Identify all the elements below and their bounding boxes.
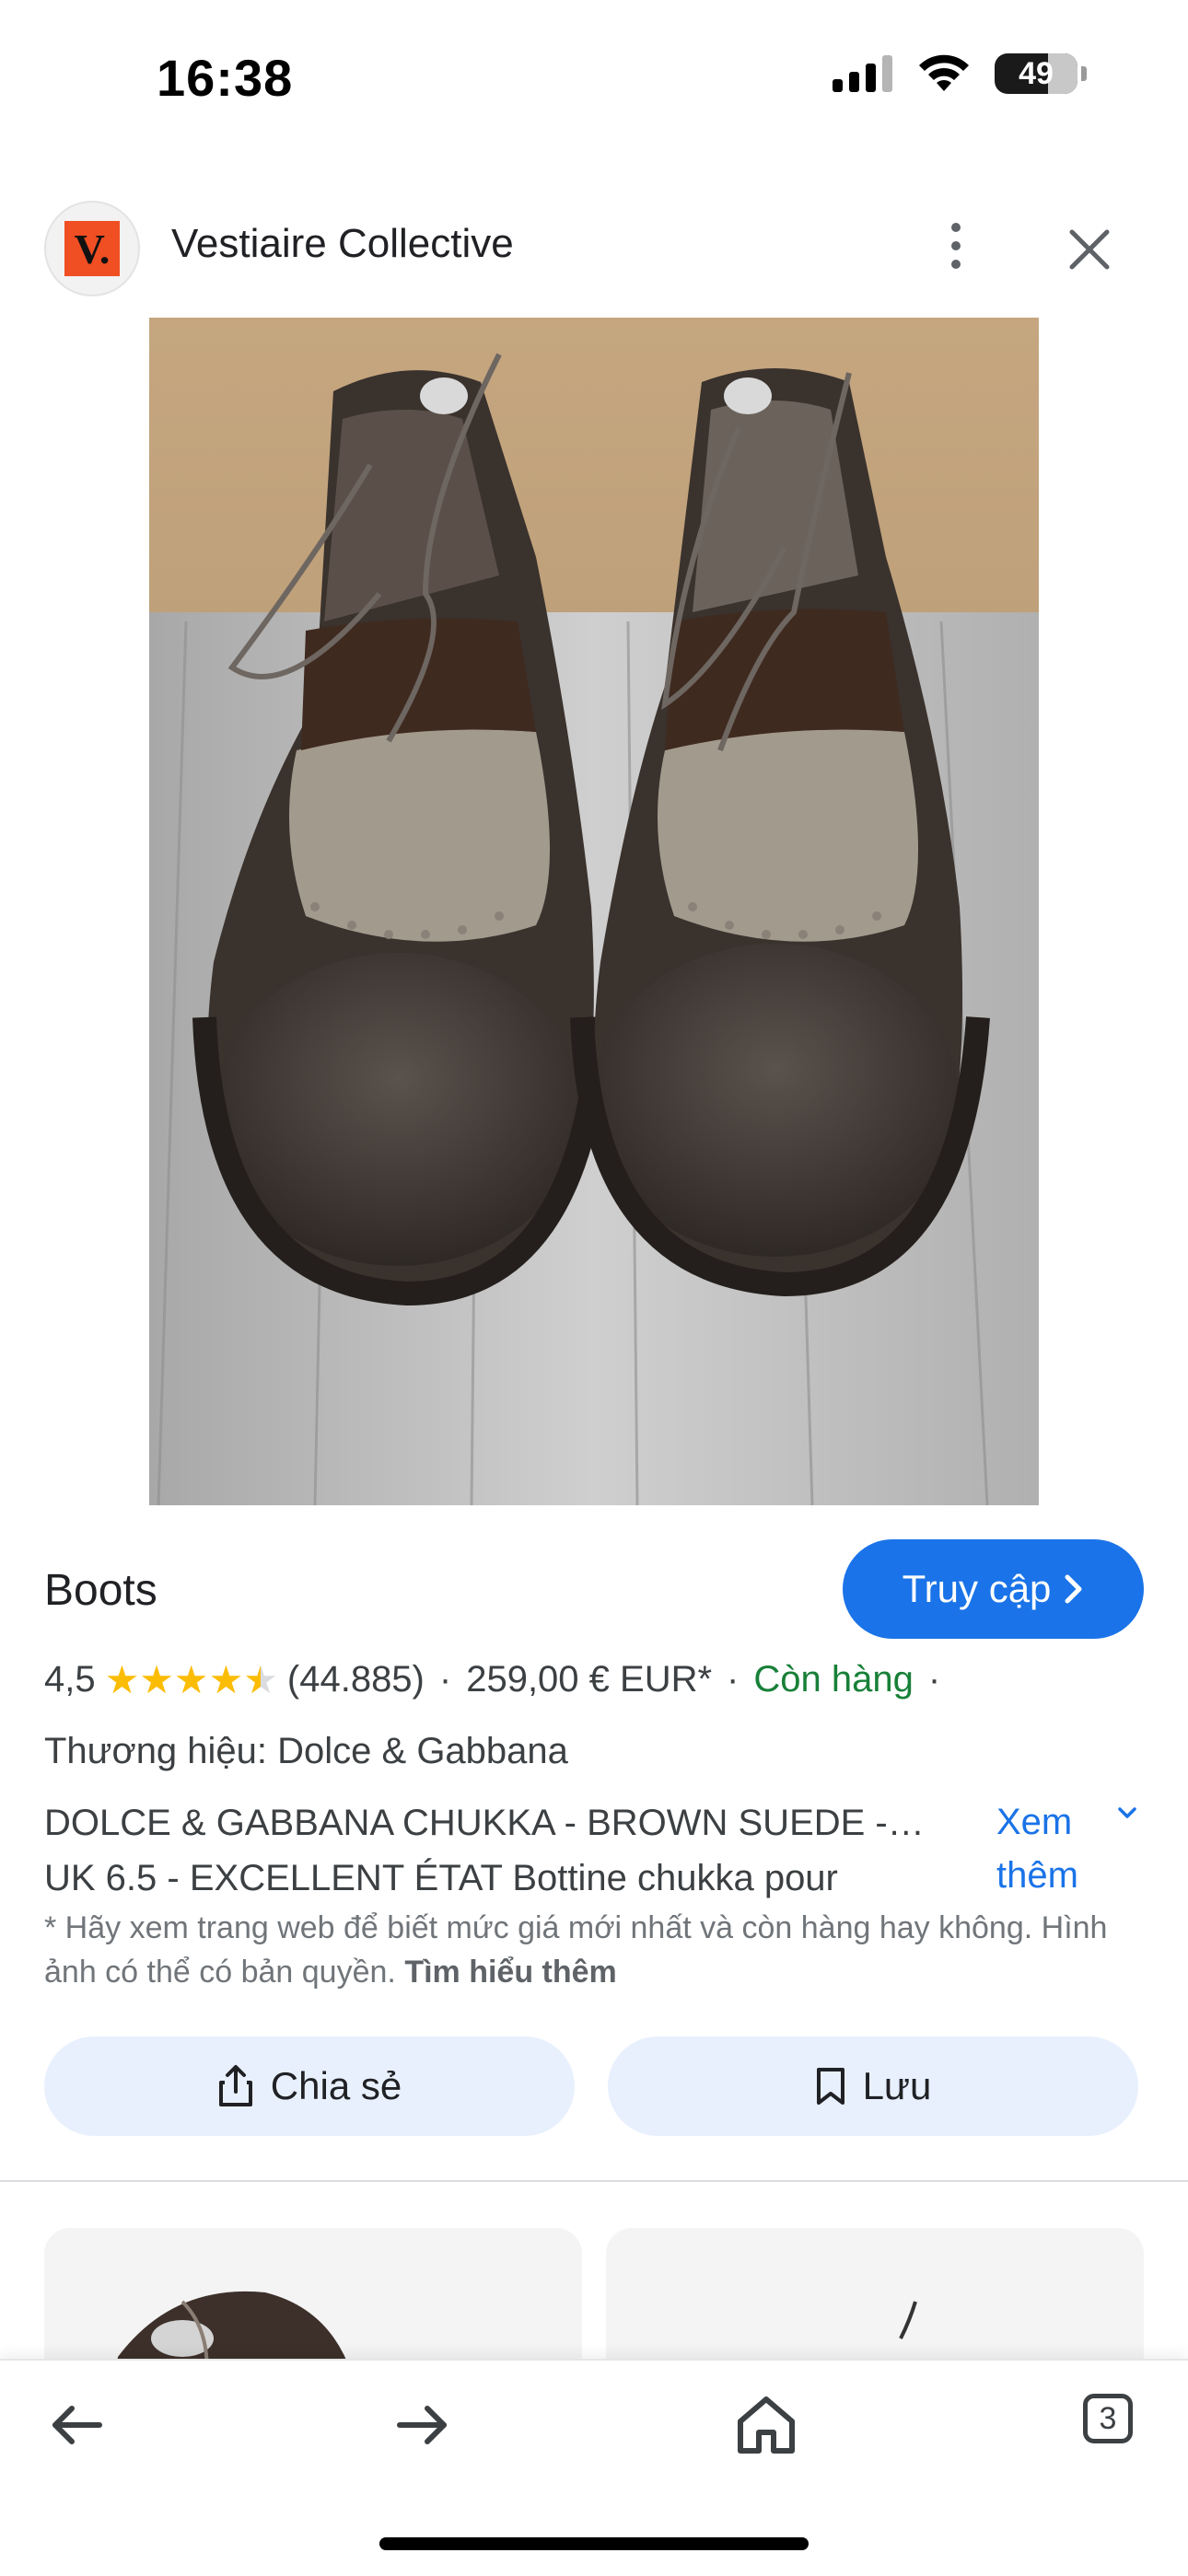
tabs-icon[interactable]: 3 — [1083, 2394, 1133, 2443]
star-icon: ★ — [208, 1657, 244, 1701]
share-button[interactable]: Chia sẻ — [44, 2036, 575, 2136]
back-icon[interactable] — [41, 2388, 114, 2462]
site-logo[interactable]: V. — [44, 201, 140, 296]
disclaimer: * Hãy xem trang web để biết mức giá mới … — [44, 1906, 1131, 1994]
chevron-down-icon[interactable] — [1114, 1800, 1140, 1826]
status-time: 16:38 — [157, 49, 294, 107]
learn-more-link[interactable]: Tìm hiểu thêm — [404, 1955, 616, 1990]
description-line: UK 6.5 - EXCELLENT ÉTAT Bottine chukka p… — [44, 1858, 838, 1898]
bookmark-icon — [816, 2068, 844, 2105]
rating-value: 4,5 — [44, 1659, 96, 1700]
star-icon: ★ — [139, 1657, 174, 1701]
status-icons: 49 — [833, 53, 1087, 94]
rating-row: 4,5 ★ ★ ★ ★ ★ (44.885) · 259,00 € EUR* ·… — [44, 1657, 941, 1701]
close-icon[interactable] — [1059, 219, 1120, 280]
price: 259,00 € EUR* — [466, 1659, 713, 1700]
more-vert-icon[interactable] — [930, 214, 982, 278]
description-line: DOLCE & GABBANA CHUKKA - BROWN SUEDE -… — [44, 1803, 925, 1843]
site-logo-mark: V. — [64, 221, 120, 276]
home-icon[interactable] — [729, 2388, 803, 2462]
battery-icon: 49 — [995, 53, 1077, 94]
half-star-icon: ★ — [243, 1657, 278, 1701]
rating-stars: ★ ★ ★ ★ ★ — [104, 1657, 278, 1701]
share-label: Chia sẻ — [270, 2064, 402, 2107]
product-description: DOLCE & GABBANA CHUKKA - BROWN SUEDE -… … — [44, 1795, 984, 1906]
forward-icon[interactable] — [385, 2388, 459, 2462]
star-icon: ★ — [173, 1657, 209, 1701]
product-title: Boots — [44, 1566, 157, 1615]
product-image[interactable] — [149, 318, 1039, 1505]
review-count: (44.885) — [286, 1659, 425, 1700]
chevron-right-icon — [1065, 1574, 1082, 1604]
save-button[interactable]: Lưu — [608, 2036, 1138, 2136]
save-label: Lưu — [862, 2064, 932, 2107]
visit-button[interactable]: Truy cập — [843, 1539, 1144, 1639]
home-indicator[interactable] — [379, 2537, 809, 2550]
see-more-label-2: thêm — [996, 1855, 1078, 1896]
tabs-count: 3 — [1099, 2400, 1117, 2436]
battery-level: 49 — [1019, 55, 1054, 91]
site-name[interactable]: Vestiaire Collective — [171, 221, 514, 267]
brand-line: Thương hiệu: Dolce & Gabbana — [44, 1731, 568, 1771]
star-icon: ★ — [104, 1657, 140, 1701]
availability: Còn hàng — [753, 1659, 914, 1700]
wifi-icon — [919, 54, 969, 91]
signal-icon — [833, 55, 892, 92]
visit-button-label: Truy cập — [902, 1567, 1052, 1610]
divider — [0, 2180, 1188, 2182]
share-icon — [218, 2065, 252, 2106]
